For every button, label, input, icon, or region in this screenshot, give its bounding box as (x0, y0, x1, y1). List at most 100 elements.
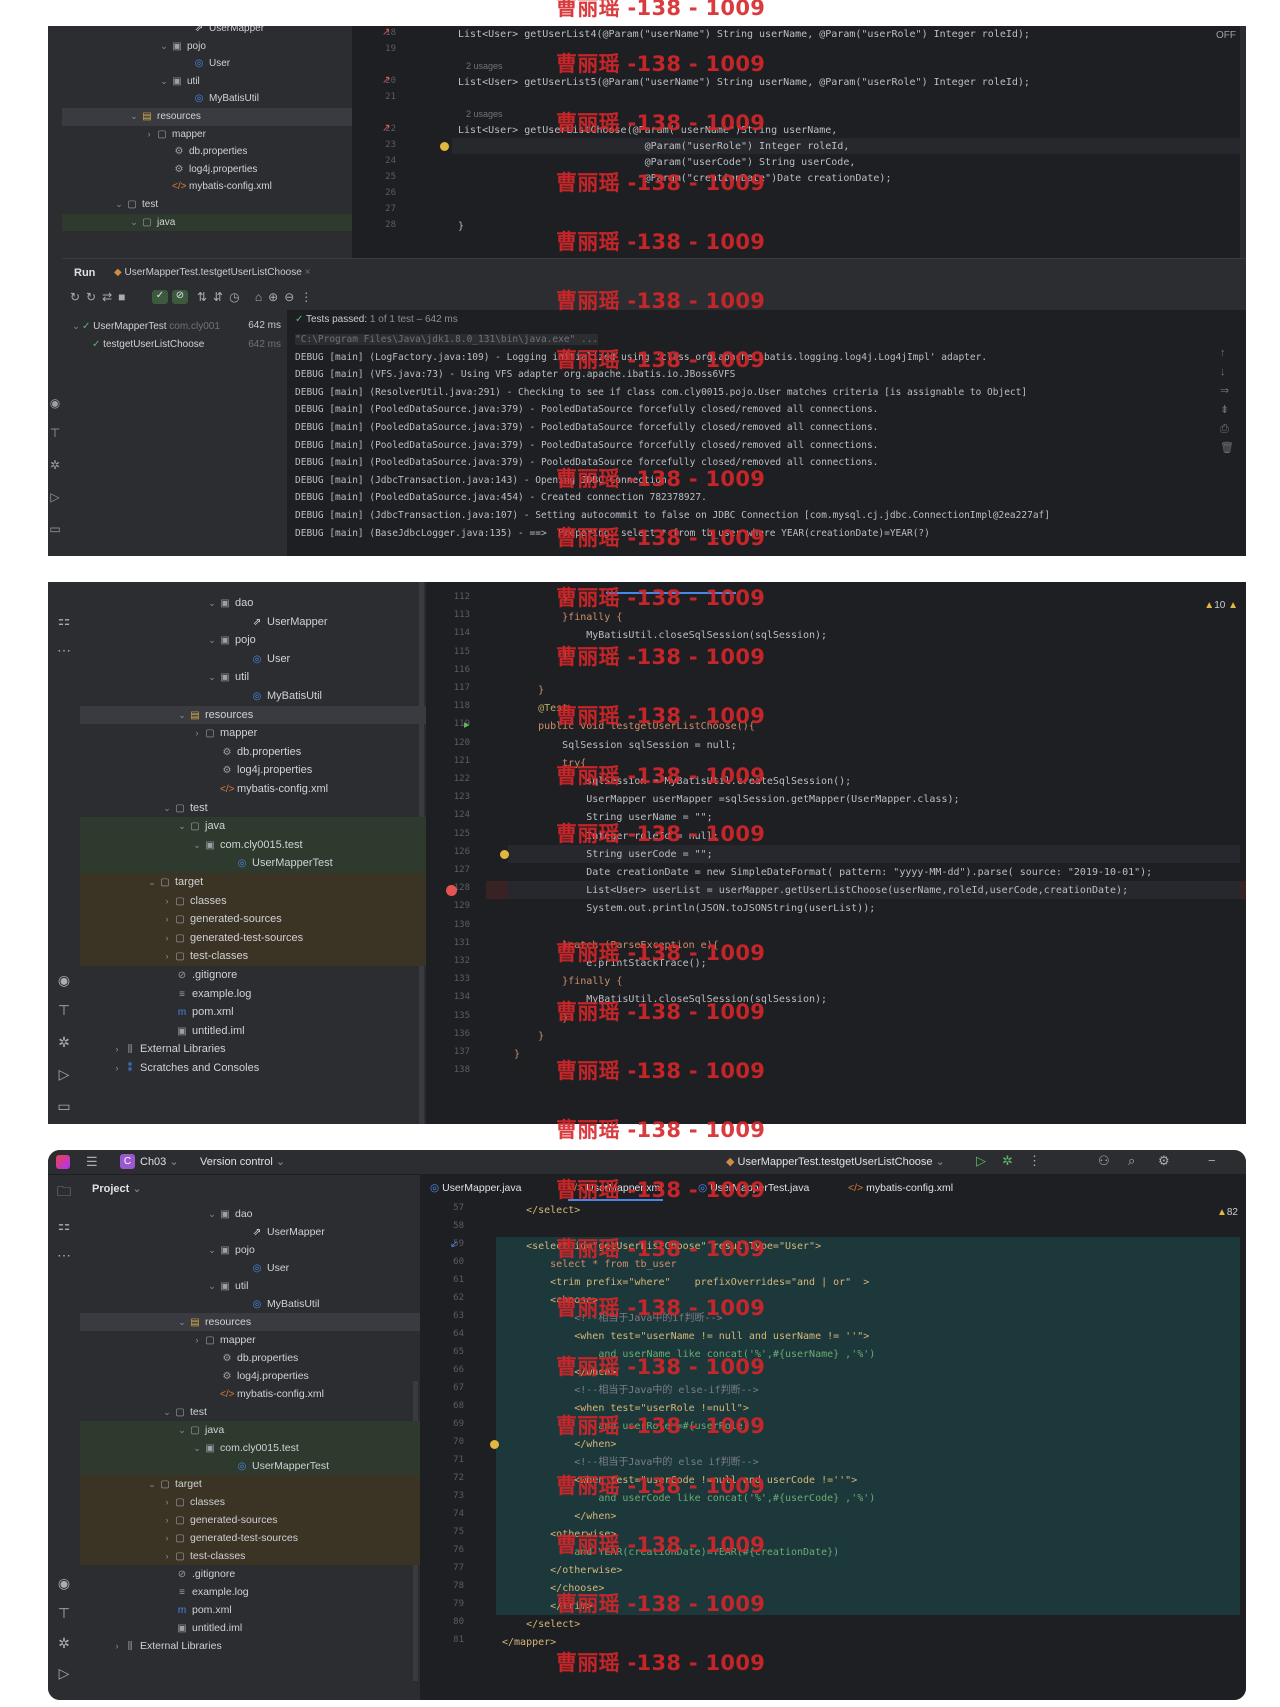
navigate-gutter-icon[interactable]: ↙ (450, 1239, 458, 1250)
tree-item[interactable]: ⇗ UserMapper (62, 26, 352, 38)
tree-item[interactable]: ⌄ ▣ pojo (80, 1241, 420, 1259)
debug-icon[interactable]: ✲ (48, 458, 62, 472)
chevron-right-icon[interactable]: › (161, 1547, 173, 1565)
chevron-down-icon[interactable]: ⌄ (113, 196, 125, 214)
run-icon[interactable]: ▷ (48, 1066, 80, 1083)
terminal-icon[interactable]: ▭ (48, 522, 62, 536)
tree-item[interactable]: ⌄ ▢ target (80, 1475, 420, 1493)
tree-item[interactable]: ⌄ ▢ test (80, 1403, 420, 1421)
tree-item[interactable]: ⌄ ▣ com.cly0015.test (80, 1439, 420, 1457)
build-icon[interactable]: ⊤ (48, 1605, 80, 1622)
inlay-off-label[interactable]: OFF (1216, 30, 1236, 41)
debug-icon[interactable]: ✲ (1002, 1153, 1013, 1169)
debug-icon[interactable]: ✲ (48, 1034, 80, 1051)
tree-item[interactable]: ⚙ db.properties (80, 1349, 420, 1367)
services-icon[interactable]: ◉ (48, 1575, 80, 1592)
tree-item[interactable]: ▣ untitled.iml (80, 1022, 426, 1041)
tree-item[interactable]: ⌄ ▢ test (62, 196, 352, 214)
tree-item[interactable]: › ⁑ Scratches and Consoles (80, 1059, 426, 1078)
show-ignored-icon[interactable]: ⊘ (172, 290, 188, 304)
chevron-down-icon[interactable]: ⌄ (206, 1205, 218, 1223)
tree-item[interactable]: ◎ MyBatisUtil (62, 90, 352, 108)
chevron-down-icon[interactable]: ⌄ (158, 73, 170, 91)
chevron-down-icon[interactable]: ⌄ (176, 1421, 188, 1439)
tree-item[interactable]: ⌄ ▤ resources (80, 1313, 420, 1331)
add-user-icon[interactable]: ⚇ (1098, 1153, 1110, 1169)
chevron-down-icon[interactable]: ⌄ (128, 108, 140, 126)
chevron-right-icon[interactable]: › (191, 1331, 203, 1349)
chevron-down-icon[interactable]: ⌄ (161, 799, 173, 818)
test-tree-item[interactable]: ⌄ ✓ UserMapperTest com.cly001 642 ms (62, 316, 287, 336)
chevron-right-icon[interactable]: › (161, 1511, 173, 1529)
minimize-icon[interactable]: − (1208, 1153, 1216, 1168)
debug-icon[interactable]: ✲ (48, 1635, 80, 1652)
code-line[interactable]: } (458, 219, 464, 235)
chevron-down-icon[interactable]: ⌄ (206, 668, 218, 687)
tree-item[interactable]: ⌄ ▣ com.cly0015.test (80, 835, 426, 855)
project-label[interactable]: Project ⌄ (92, 1182, 142, 1195)
services-icon[interactable]: ◉ (48, 972, 80, 989)
lightbulb-icon[interactable] (490, 1440, 499, 1449)
tree-item[interactable]: ⌄ ▤ resources (80, 705, 426, 725)
warnings-badge[interactable]: ▲10 ▲ (1204, 600, 1238, 611)
tree-item[interactable]: › ▢ generated-test-sources (80, 928, 426, 948)
tree-item[interactable]: ⌄ ▢ java (80, 817, 426, 836)
tree-item[interactable]: ⚙ db.properties (62, 143, 352, 161)
code-line[interactable]: } (514, 1046, 520, 1064)
chevron-right-icon[interactable]: › (161, 929, 173, 948)
code-line[interactable]: </otherwise> (502, 1562, 622, 1580)
code-line[interactable]: String userCode = ""; (514, 846, 712, 864)
terminal-icon[interactable]: ▭ (48, 1098, 80, 1115)
test-tree-item[interactable]: ✓ testgetUserListChoose 642 ms (62, 335, 287, 355)
tree-item[interactable]: › ⫼ External Libraries (80, 1040, 426, 1059)
run-tab[interactable]: ◆ UserMapperTest.testgetUserListChoose × (114, 267, 310, 278)
tree-item[interactable]: › ▢ mapper (80, 724, 426, 743)
tree-item[interactable]: m pom.xml (80, 1601, 420, 1619)
editor-scrollbar[interactable] (1240, 26, 1246, 258)
chevron-down-icon[interactable]: ⌄ (206, 1241, 218, 1259)
chevron-right-icon[interactable]: › (161, 947, 173, 966)
build-icon[interactable]: ⊤ (48, 1002, 80, 1019)
tree-item[interactable]: › ▢ classes (80, 1493, 420, 1511)
run-icon[interactable]: ▷ (976, 1153, 986, 1169)
code-line[interactable]: </select> (502, 1202, 580, 1220)
tree-item[interactable]: ≡ example.log (80, 1583, 420, 1601)
tree-item[interactable]: ≡ example.log (80, 985, 426, 1004)
tree-item[interactable]: › ▢ test-classes (80, 1547, 420, 1565)
editor-tab[interactable]: </> mybatis-config.xml (848, 1175, 953, 1201)
code-line[interactable]: UserMapper userMapper =sqlSession.getMap… (514, 791, 959, 809)
tree-item[interactable]: </> mybatis-config.xml (80, 1385, 420, 1403)
code-line[interactable]: </select> (502, 1616, 580, 1634)
chevron-right-icon[interactable]: › (161, 1493, 173, 1511)
tree-item[interactable]: ◎ MyBatisUtil (80, 1295, 420, 1313)
rerun-icon[interactable]: ↻↻⇄■ (70, 290, 131, 304)
usages-hint[interactable]: 2 usages (466, 61, 503, 71)
tree-item[interactable]: ⚙ db.properties (80, 743, 426, 762)
chevron-down-icon[interactable]: ⌄ (146, 1475, 158, 1493)
services-icon[interactable]: ◉ (48, 396, 62, 410)
tree-item[interactable]: › ▢ generated-sources (80, 910, 426, 929)
code-line[interactable]: List<User> userList = userMapper.getUser… (514, 882, 1128, 900)
chevron-right-icon[interactable]: › (111, 1059, 123, 1078)
tree-item[interactable]: ⌄ ▢ target (80, 873, 426, 892)
tree-item[interactable]: ▣ untitled.iml (80, 1619, 420, 1637)
tree-item[interactable]: › ▢ classes (80, 891, 426, 911)
more-icon[interactable]: ⋯ (48, 1247, 80, 1264)
code-line[interactable]: <when test="userName != null and userNam… (502, 1328, 869, 1346)
build-icon[interactable]: ⊤ (48, 426, 62, 440)
code-line[interactable]: </mapper> (502, 1634, 556, 1652)
tree-item[interactable]: ⌄ ▣ dao (80, 1205, 420, 1223)
vcs-menu[interactable]: Version control ⌄ (200, 1155, 285, 1168)
tree-item[interactable]: ◎ UserMapperTest (80, 1457, 420, 1475)
chevron-right-icon[interactable]: › (191, 724, 203, 743)
chevron-down-icon[interactable]: ⌄ (128, 214, 140, 232)
tree-item[interactable]: </> mybatis-config.xml (62, 178, 352, 196)
tree-item[interactable]: ⌄ ▣ pojo (80, 631, 426, 650)
tree-item[interactable]: ⌄ ▣ util (80, 1277, 420, 1295)
settings-gear-icon[interactable]: ⚙ (1158, 1153, 1170, 1169)
tree-item[interactable]: › ▢ mapper (62, 126, 352, 144)
tree-item[interactable]: › ⫼ External Libraries (80, 1637, 420, 1655)
code-line[interactable]: } (514, 1028, 544, 1046)
more-actions-icon[interactable]: ⋮ (1028, 1153, 1041, 1169)
chevron-down-icon[interactable]: ⌄ (176, 706, 188, 725)
